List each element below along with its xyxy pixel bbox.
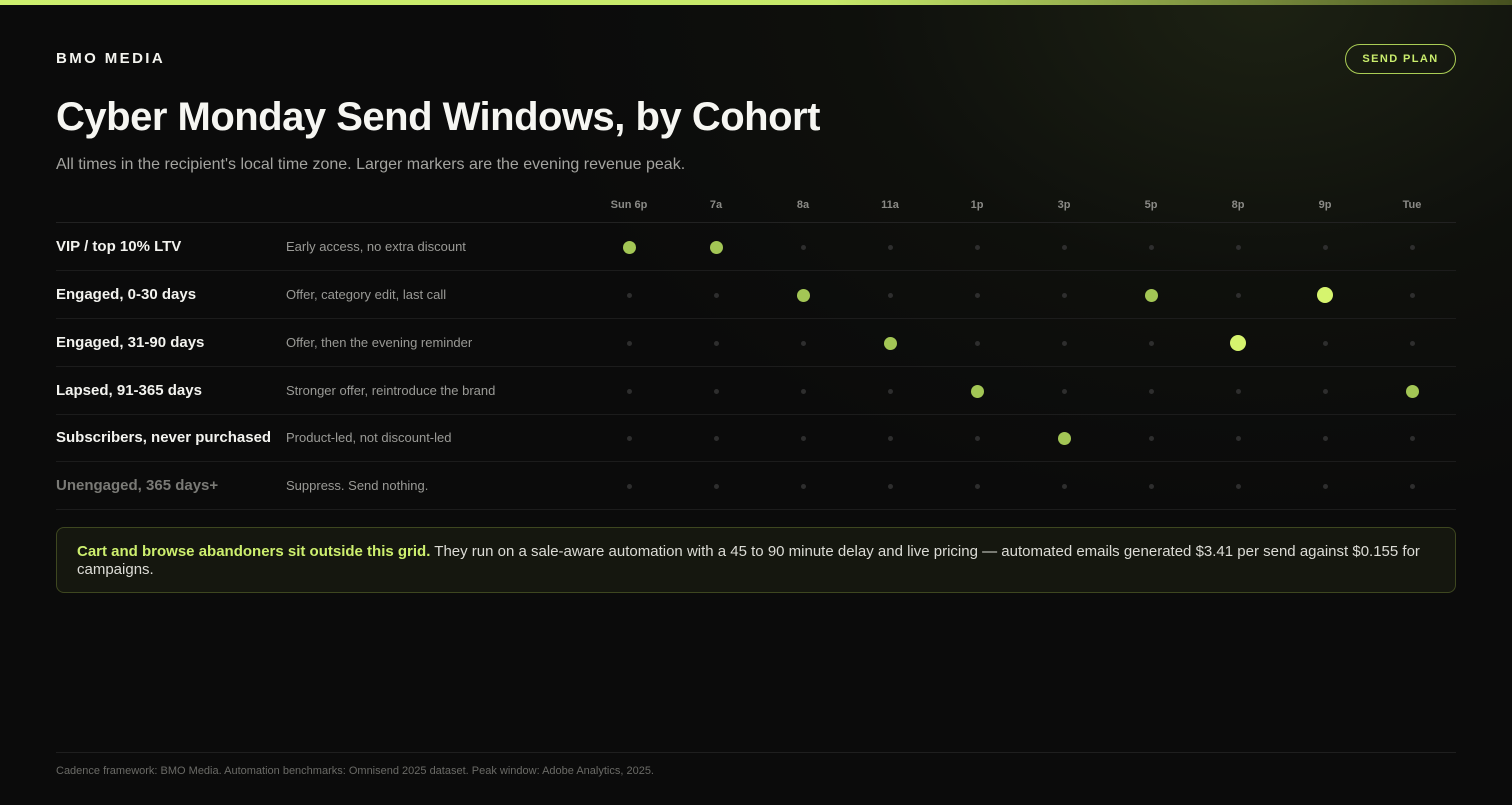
empty-slot-marker (713, 292, 719, 298)
column-header: 11a (881, 199, 899, 211)
empty-slot-marker (1148, 435, 1154, 441)
peak-send-marker (1230, 335, 1246, 351)
empty-slot-marker (626, 340, 632, 346)
send-marker (709, 240, 723, 254)
empty-slot-marker (713, 435, 719, 441)
accent-bar (0, 0, 1512, 5)
empty-slot-marker (974, 244, 980, 250)
empty-slot-marker (1235, 292, 1241, 298)
empty-slot-marker (974, 435, 980, 441)
cohort-name: Subscribers, never purchased (56, 429, 272, 446)
column-header: 7a (709, 199, 723, 211)
column-header: 5p (1144, 199, 1158, 211)
empty-slot-marker (1061, 244, 1067, 250)
empty-slot-marker (1322, 340, 1328, 346)
empty-slot-marker (1322, 388, 1328, 394)
empty-slot-marker (1322, 483, 1328, 489)
empty-slot-marker (1409, 435, 1415, 441)
empty-slot-marker (713, 340, 719, 346)
cohort-row: VIP / top 10% LTV Early access, no extra… (56, 223, 1456, 271)
empty-slot-marker (626, 435, 632, 441)
empty-slot-marker (713, 388, 719, 394)
column-header: 8p (1231, 199, 1245, 211)
empty-slot-marker (800, 483, 806, 489)
source-footer: Cadence framework: BMO Media. Automation… (56, 765, 654, 777)
cohort-name: VIP / top 10% LTV (56, 238, 182, 255)
column-header: 9p (1318, 199, 1332, 211)
empty-slot-marker (1322, 244, 1328, 250)
column-header: 1p (970, 199, 984, 211)
cohort-row: Engaged, 0-30 days Offer, category edit,… (56, 271, 1456, 319)
brand-wordmark: BMO MEDIA (56, 50, 166, 67)
empty-slot-marker (1235, 435, 1241, 441)
peak-send-marker (1317, 287, 1333, 303)
cohort-note: Suppress. Send nothing. (286, 478, 429, 493)
abandoners-callout: Cart and browse abandoners sit outside t… (56, 527, 1456, 593)
empty-slot-marker (1322, 435, 1328, 441)
page-title: Cyber Monday Send Windows, by Cohort (56, 95, 820, 139)
empty-slot-marker (887, 292, 893, 298)
send-marker (1057, 431, 1071, 445)
empty-slot-marker (974, 292, 980, 298)
footer-divider (56, 752, 1456, 753)
empty-slot-marker (626, 388, 632, 394)
send-marker (796, 288, 810, 302)
cohort-row: Subscribers, never purchased Product-led… (56, 414, 1456, 462)
empty-slot-marker (800, 244, 806, 250)
column-header: 8a (796, 199, 810, 211)
column-header: 3p (1057, 199, 1071, 211)
empty-slot-marker (1061, 483, 1067, 489)
send-marker (970, 384, 984, 398)
cohort-note: Offer, category edit, last call (286, 287, 447, 302)
empty-slot-marker (1061, 340, 1067, 346)
cohort-name: Unengaged, 365 days+ (56, 477, 219, 494)
column-header: Tue (1402, 199, 1422, 211)
send-marker (1144, 288, 1158, 302)
empty-slot-marker (626, 483, 632, 489)
empty-slot-marker (713, 483, 719, 489)
empty-slot-marker (1409, 292, 1415, 298)
cohort-name: Engaged, 31-90 days (56, 334, 205, 351)
empty-slot-marker (887, 388, 893, 394)
cohort-name: Lapsed, 91-365 days (56, 382, 202, 399)
callout-highlight: Cart and browse abandoners sit outside t… (77, 543, 431, 560)
empty-slot-marker (800, 388, 806, 394)
empty-slot-marker (974, 340, 980, 346)
send-plan-button[interactable]: SEND PLAN (1345, 44, 1456, 74)
empty-slot-marker (887, 483, 893, 489)
cohort-row: Engaged, 31-90 days Offer, then the even… (56, 319, 1456, 367)
empty-slot-marker (1409, 244, 1415, 250)
empty-slot-marker (1235, 388, 1241, 394)
page-subtitle: All times in the recipient's local time … (56, 156, 686, 173)
cohort-note: Early access, no extra discount (286, 239, 466, 254)
empty-slot-marker (1148, 244, 1154, 250)
empty-slot-marker (1235, 483, 1241, 489)
empty-slot-marker (1061, 388, 1067, 394)
send-marker (622, 240, 636, 254)
empty-slot-marker (1235, 244, 1241, 250)
cohort-note: Offer, then the evening reminder (286, 335, 473, 350)
cohort-row: Lapsed, 91-365 days Stronger offer, rein… (56, 367, 1456, 415)
send-marker (883, 336, 897, 350)
empty-slot-marker (800, 340, 806, 346)
empty-slot-marker (1148, 340, 1154, 346)
empty-slot-marker (800, 435, 806, 441)
cohort-note: Stronger offer, reintroduce the brand (286, 383, 496, 398)
cohort-name: Engaged, 0-30 days (56, 286, 197, 303)
empty-slot-marker (1409, 483, 1415, 489)
empty-slot-marker (1409, 340, 1415, 346)
empty-slot-marker (1061, 292, 1067, 298)
send-marker (1405, 384, 1419, 398)
empty-slot-marker (1148, 388, 1154, 394)
empty-slot-marker (887, 435, 893, 441)
empty-slot-marker (626, 292, 632, 298)
empty-slot-marker (887, 244, 893, 250)
empty-slot-marker (1148, 483, 1154, 489)
empty-slot-marker (974, 483, 980, 489)
cohort-note: Product-led, not discount-led (286, 430, 452, 445)
column-header: Sun 6p (610, 199, 648, 211)
cohort-row: Unengaged, 365 days+ Suppress. Send noth… (56, 462, 1456, 510)
